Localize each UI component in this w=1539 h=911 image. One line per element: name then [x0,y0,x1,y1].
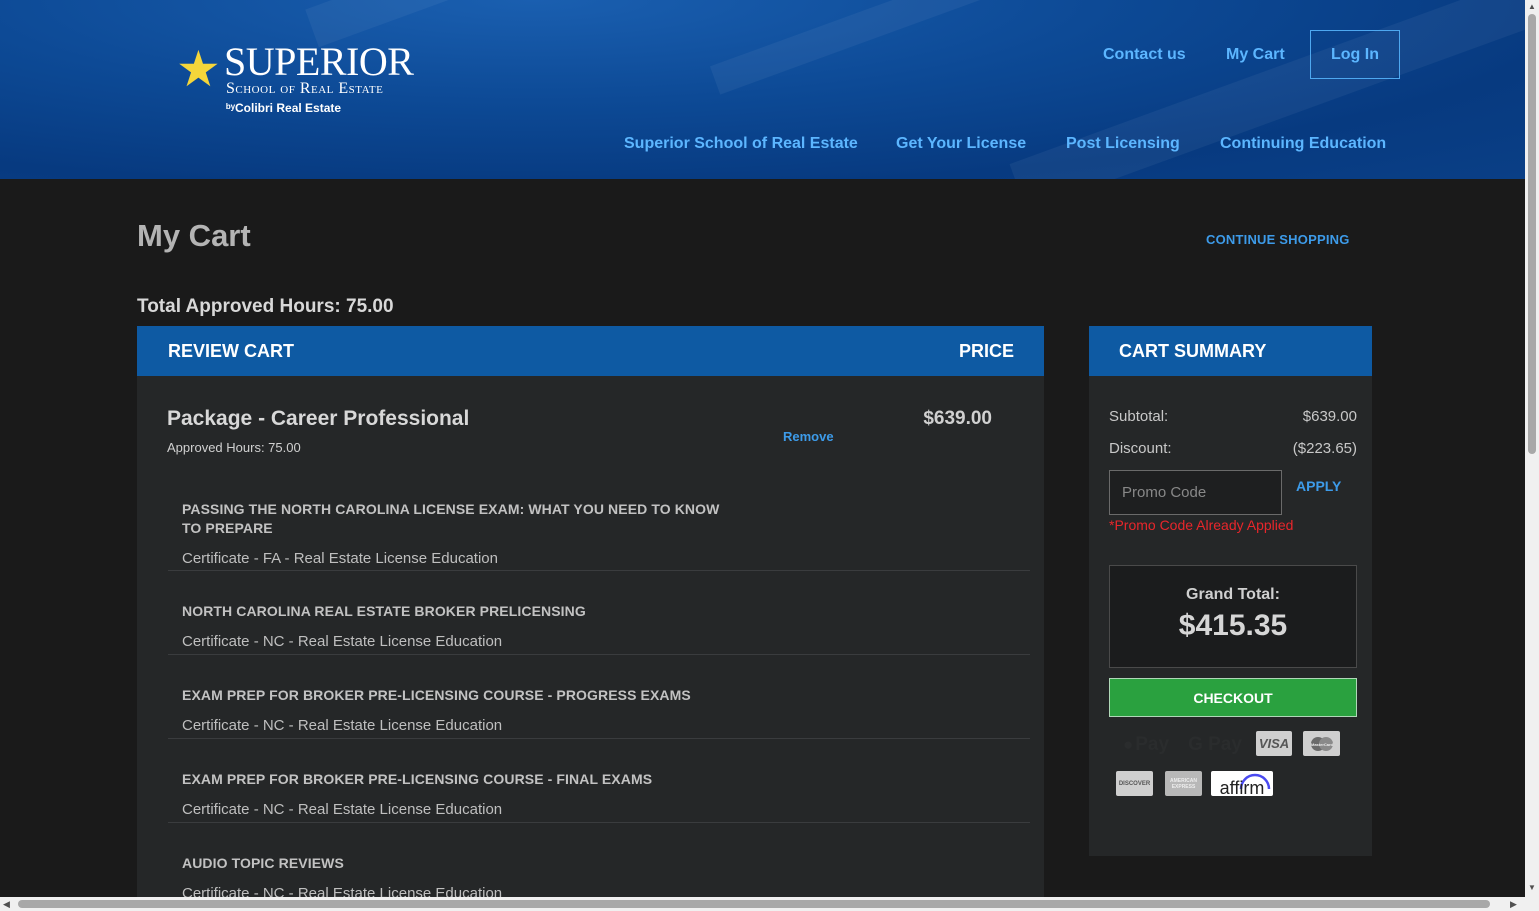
review-cart-panel: REVIEW CART PRICE Package - Career Profe… [137,326,1044,902]
package-price: $639.00 [923,408,992,429]
cart-summary-panel: CART SUMMARY Subtotal: $639.00 Discount:… [1089,326,1372,856]
google-pay-icon: G Pay [1188,734,1242,755]
subtotal-row: Subtotal: $639.00 [1109,408,1357,426]
subtotal-value: $639.00 [1302,408,1357,425]
cart-summary-title: CART SUMMARY [1119,341,1267,361]
course-item: EXAM PREP FOR BROKER PRE-LICENSING COURS… [168,738,1030,823]
apply-promo-button[interactable]: APPLY [1296,478,1341,494]
affirm-icon: affirm [1211,771,1273,796]
contact-us-link[interactable]: Contact us [1103,46,1186,64]
logo-subtitle: School of Real Estate [226,80,384,97]
mastercard-icon: MasterCard [1303,731,1340,756]
course-subtitle: Certificate - NC - Real Estate License E… [182,801,503,818]
course-item: AUDIO TOPIC REVIEWS Certificate - NC - R… [168,822,1030,906]
american-express-icon: AMERICAN EXPRESS [1165,771,1202,796]
scroll-up-arrow-icon[interactable]: ▲ [1528,2,1536,12]
package-title: Package - Career Professional [167,407,470,430]
apple-icon: ● [1122,735,1134,754]
course-title: NORTH CAROLINA REAL ESTATE BROKER PRELIC… [182,603,586,619]
scroll-right-arrow-icon[interactable]: ▶ [1510,899,1517,909]
discount-label: Discount: [1109,440,1172,457]
grand-total-box: Grand Total: $415.35 [1109,565,1357,668]
login-button[interactable]: Log In [1310,30,1400,79]
subtotal-label: Subtotal: [1109,408,1169,425]
star-icon: ★ [176,41,221,97]
course-title: AUDIO TOPIC REVIEWS [182,855,344,871]
course-title: PASSING THE NORTH CAROLINA LICENSE EXAM:… [182,501,720,536]
course-subtitle: Certificate - NC - Real Estate License E… [182,633,503,650]
scroll-down-arrow-icon[interactable]: ▼ [1528,883,1536,893]
nav-continuing-education[interactable]: Continuing Education [1220,135,1386,153]
continue-shopping-link[interactable]: CONTINUE SHOPPING [1206,232,1350,248]
course-item: PASSING THE NORTH CAROLINA LICENSE EXAM:… [168,491,1030,571]
logo-byline: ᵇʸColibri Real Estate [226,101,342,115]
package-approved-hours: Approved Hours: 75.00 [167,440,301,455]
grand-total-label: Grand Total: [1186,586,1280,603]
my-cart-link[interactable]: My Cart [1226,46,1285,64]
course-item: NORTH CAROLINA REAL ESTATE BROKER PRELIC… [168,570,1030,655]
svg-text:MasterCard: MasterCard [1310,742,1333,747]
horizontal-scrollbar[interactable]: ◀ ▶ [0,897,1525,911]
course-title: EXAM PREP FOR BROKER PRE-LICENSING COURS… [182,687,691,703]
total-approved-hours: Total Approved Hours: 75.00 [137,296,394,317]
course-item: EXAM PREP FOR BROKER PRE-LICENSING COURS… [168,654,1030,739]
discount-value: ($223.65) [1292,440,1357,457]
remove-button[interactable]: Remove [783,429,834,445]
apple-pay-icon: ● Pay [1117,731,1175,759]
discover-icon: DISCOVER [1116,771,1153,796]
review-cart-title: REVIEW CART [168,341,294,361]
nav-superior-school[interactable]: Superior School of Real Estate [624,135,858,153]
cart-summary-header: CART SUMMARY [1089,326,1372,376]
vertical-scroll-thumb[interactable] [1528,14,1536,454]
affirm-logo-icon: affirm [1220,773,1271,796]
course-title: EXAM PREP FOR BROKER PRE-LICENSING COURS… [182,771,653,787]
nav-get-your-license[interactable]: Get Your License [896,135,1026,153]
apple-pay-label: Pay [1135,734,1170,755]
visa-icon: VISA [1256,731,1292,756]
promo-status-message: *Promo Code Already Applied [1109,517,1294,533]
page-title: My Cart [137,218,251,253]
vertical-scrollbar[interactable]: ▲ ▼ [1525,0,1539,911]
price-column-header: PRICE [958,341,1014,361]
site-header: ★ SUPERIOR School of Real Estate ᵇʸColib… [0,0,1525,179]
horizontal-scroll-thumb[interactable] [18,900,1490,908]
nav-post-licensing[interactable]: Post Licensing [1066,135,1180,153]
course-subtitle: Certificate - NC - Real Estate License E… [182,717,503,734]
scroll-left-arrow-icon[interactable]: ◀ [3,899,10,909]
checkout-button[interactable]: CHECKOUT [1109,678,1357,717]
site-logo[interactable]: ★ SUPERIOR School of Real Estate ᵇʸColib… [176,40,436,120]
grand-total-value: $415.35 [1178,609,1288,642]
promo-code-input[interactable] [1109,470,1282,515]
svg-text:affirm: affirm [1220,778,1265,796]
discount-row: Discount: ($223.65) [1109,440,1357,458]
mastercard-circles-icon: MasterCard [1310,736,1333,751]
course-subtitle: Certificate - FA - Real Estate License E… [182,550,498,567]
review-cart-header: REVIEW CART PRICE [137,326,1044,376]
